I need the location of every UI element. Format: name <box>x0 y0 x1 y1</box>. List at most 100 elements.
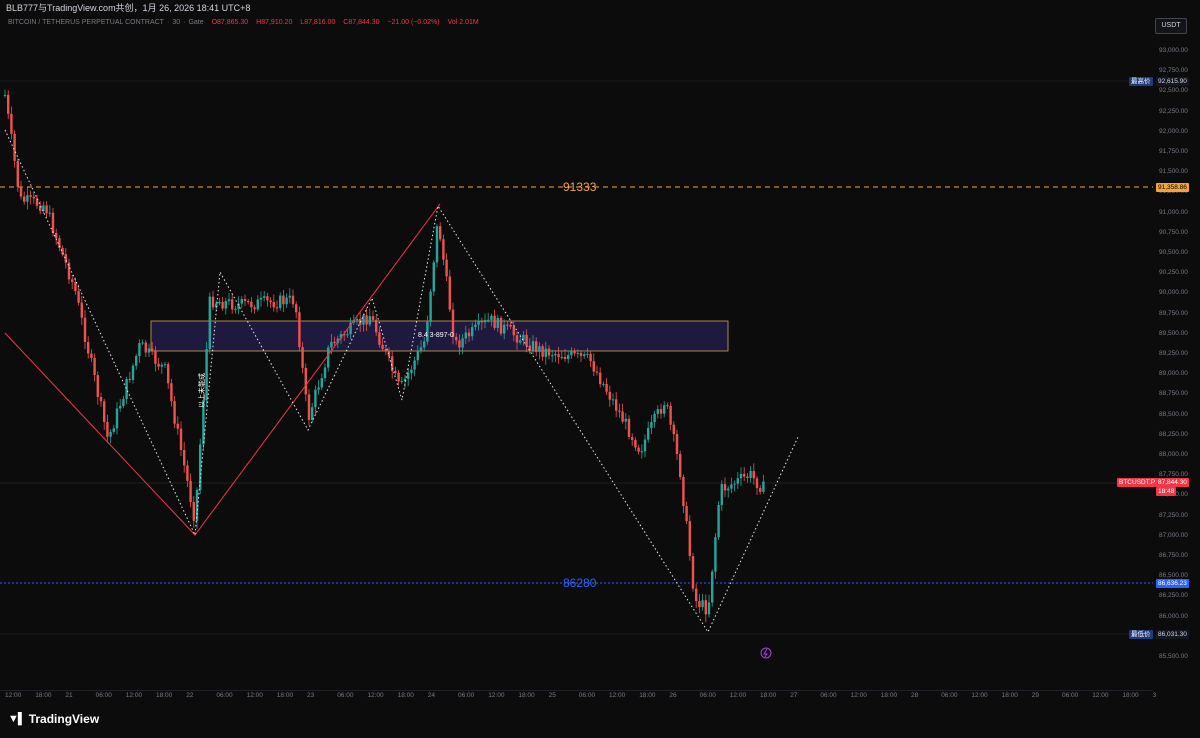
candle-body <box>397 372 400 382</box>
time-axis-label: 27 <box>790 692 798 699</box>
candle-body <box>519 340 522 343</box>
candle-body <box>471 326 474 337</box>
high-tag-value: 92,615.90 <box>1156 77 1189 86</box>
price-axis-label: 88,000.00 <box>1159 451 1188 458</box>
candle-body <box>538 346 541 352</box>
tradingview-logo-icon: ▼▌ <box>8 713 26 725</box>
candle-body <box>407 373 410 379</box>
candle-body <box>547 348 551 356</box>
candle-body <box>455 336 458 341</box>
candle-body <box>608 391 611 400</box>
time-axis-label: 28 <box>911 692 919 699</box>
candle-body <box>525 334 528 346</box>
time-axis-label: 06:00 <box>1062 692 1079 699</box>
candle-body <box>695 588 698 602</box>
candle-body <box>650 422 653 428</box>
low-tag-value: 86,031.30 <box>1156 630 1189 639</box>
candle-body <box>653 413 656 423</box>
candle-body <box>74 282 77 292</box>
ohlc-legend: BITCOIN / TETHERUS PERPETUAL CONTRACT · 30… <box>8 19 479 26</box>
candle-body <box>83 317 87 343</box>
price-axis-label: 86,000.00 <box>1159 612 1188 620</box>
candle-body <box>266 296 269 301</box>
price-axis-label: 91,500.00 <box>1159 168 1188 176</box>
candle-body <box>688 521 691 557</box>
candle-body <box>381 344 384 350</box>
candle-body <box>743 473 746 477</box>
candle-body <box>253 307 256 310</box>
candle-body <box>122 398 125 407</box>
candle-body <box>595 371 599 373</box>
candle-body <box>448 276 451 310</box>
candle-body <box>419 347 423 351</box>
candle-body <box>23 196 26 202</box>
candle-body <box>77 291 80 303</box>
candle-body <box>234 308 237 310</box>
candle-body <box>362 315 365 325</box>
candle-body <box>483 319 487 323</box>
candle-body <box>138 343 141 357</box>
candle-body <box>637 447 640 452</box>
candle-body <box>762 481 765 492</box>
price-chart[interactable] <box>0 30 1153 690</box>
time-axis-label: 23 <box>307 692 315 699</box>
candle-body <box>109 431 112 437</box>
chart-pane[interactable] <box>0 30 1153 690</box>
candle-body <box>512 326 515 336</box>
time-axis-label: 06:00 <box>95 692 112 699</box>
candle-body <box>551 355 554 357</box>
candle-body <box>429 291 432 322</box>
candle-body <box>554 353 557 356</box>
candle-body <box>96 375 99 397</box>
time-axis-label: 06:00 <box>337 692 354 699</box>
time-axis-label: 12:00 <box>488 692 505 699</box>
time-axis-label: 12:00 <box>609 692 626 699</box>
candle-body <box>368 316 371 325</box>
time-axis-label: 21 <box>65 692 73 699</box>
exchange-label: Gate <box>188 19 204 26</box>
candle-body <box>666 405 669 407</box>
candle-body <box>739 473 743 479</box>
candle-body <box>304 367 307 395</box>
candle-body <box>557 353 560 358</box>
time-axis-label: 18:00 <box>276 692 294 699</box>
candle-body <box>711 571 714 603</box>
candle-body <box>691 556 695 589</box>
candle-body <box>320 378 323 388</box>
candle-body <box>179 428 183 450</box>
candle-body <box>355 318 359 321</box>
candle-body <box>157 363 160 367</box>
candle-body <box>586 353 589 355</box>
candlesticks <box>3 89 765 623</box>
candle-body <box>330 341 333 348</box>
candle-body <box>7 94 10 114</box>
candle-body <box>541 346 544 357</box>
time-axis-label: 12:00 <box>729 692 747 699</box>
symbol-name[interactable]: BITCOIN / TETHERUS PERPETUAL CONTRACT <box>8 19 164 26</box>
candle-body <box>618 410 621 412</box>
candle-body <box>640 451 643 453</box>
candle-body <box>112 428 115 432</box>
candle-body <box>10 113 13 134</box>
candle-body <box>499 317 503 334</box>
candle-body <box>759 488 762 492</box>
volume-value: Vol 2.01M <box>447 19 479 26</box>
candle-body <box>749 471 752 479</box>
currency-button[interactable]: USDT <box>1155 18 1187 34</box>
candle-body <box>218 301 221 304</box>
candle-body <box>154 350 157 364</box>
time-axis-label: 25 <box>548 692 556 699</box>
tradingview-logo[interactable]: ▼▌ TradingView <box>8 712 99 726</box>
candle-body <box>135 356 138 366</box>
interval-label: 30 <box>172 19 181 26</box>
candle-body <box>311 407 314 420</box>
price-axis-label: 93,000.00 <box>1159 47 1188 54</box>
resistance-tag: 91,358.86 <box>1156 183 1189 192</box>
candle-body <box>394 370 397 373</box>
candle-body <box>675 434 679 454</box>
candle-body <box>535 341 538 352</box>
candle-body <box>714 537 717 572</box>
candle-body <box>704 600 707 615</box>
candle-body <box>307 394 311 420</box>
candle-body <box>509 325 512 327</box>
